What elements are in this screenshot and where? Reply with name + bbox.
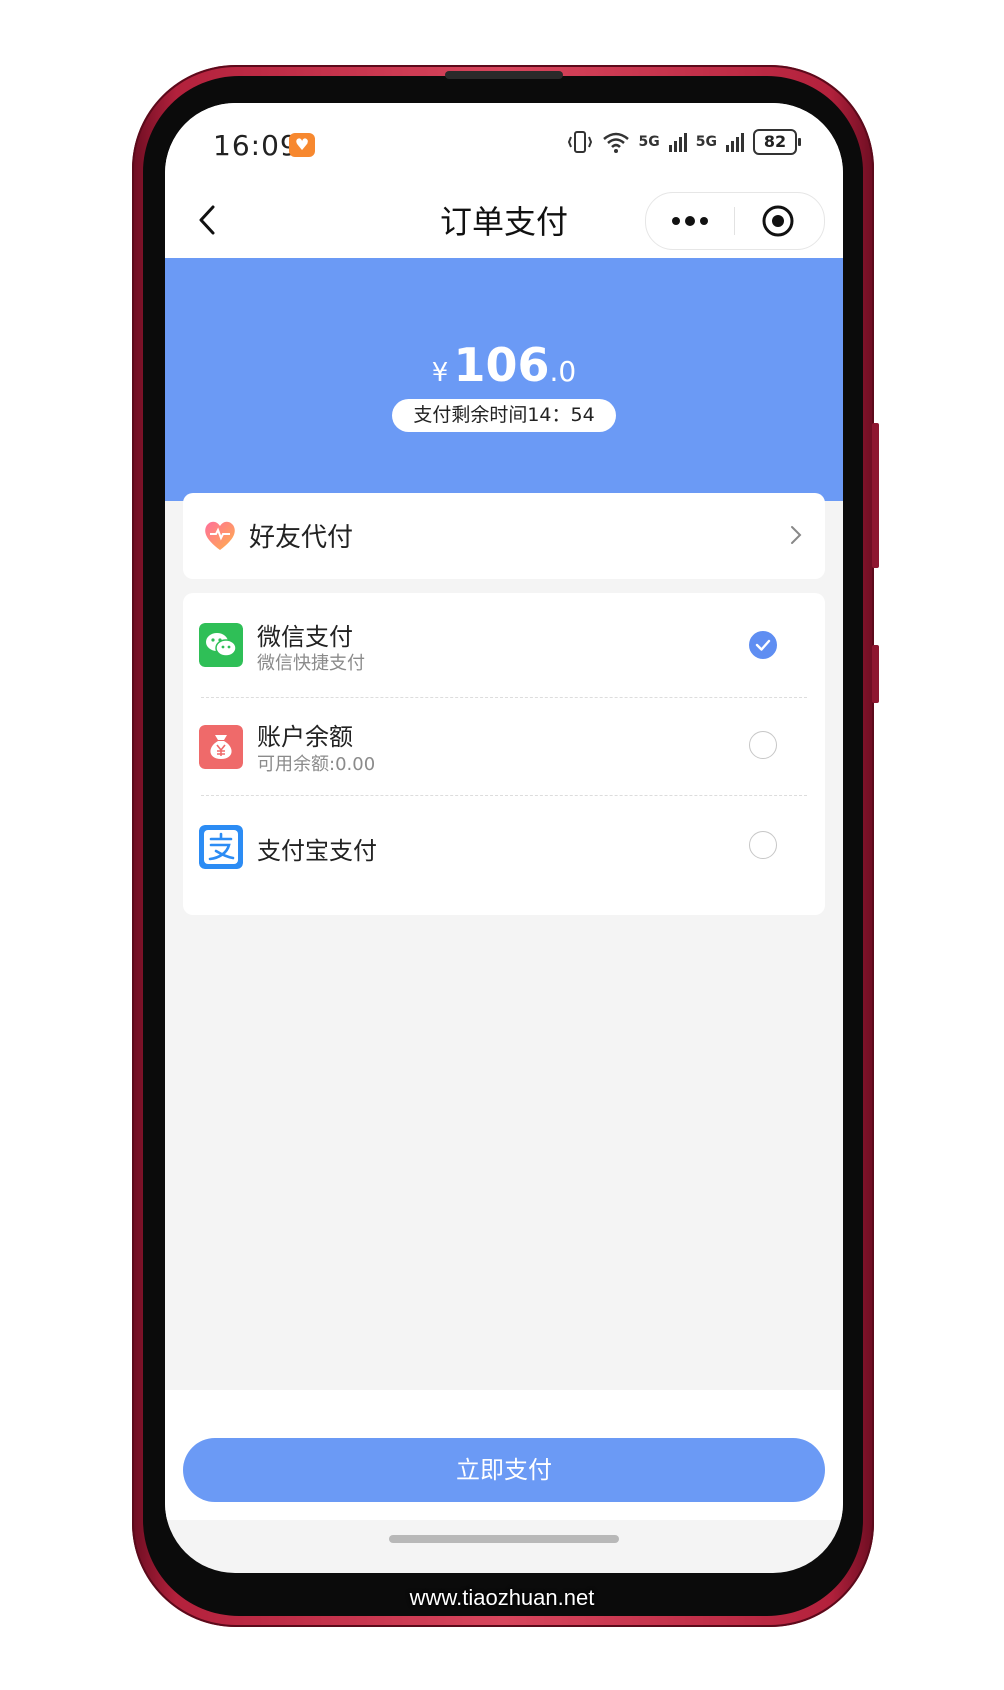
method-wechat[interactable]: 微信支付 微信快捷支付 <box>183 593 825 697</box>
volume-button <box>872 423 879 568</box>
more-button[interactable] <box>646 193 734 249</box>
payment-methods: 微信支付 微信快捷支付 账户余额 可用余额:0.00 支付宝支付 <box>183 593 825 915</box>
signal-bars-icon <box>726 133 744 152</box>
friend-pay-label: 好友代付 <box>249 523 354 553</box>
radio-selected[interactable] <box>749 631 777 659</box>
status-time: 16:09 <box>213 129 299 162</box>
alipay-icon <box>199 825 243 869</box>
status-bar: 16:09 ♥ 5G 5G 82 <box>165 103 843 183</box>
phone-screen: 16:09 ♥ 5G 5G 82 订单支付 ¥ 106.0 支付剩余时间14：5… <box>165 103 843 1573</box>
money-bag-icon <box>199 725 243 769</box>
method-balance[interactable]: 账户余额 可用余额:0.00 <box>183 697 825 801</box>
home-indicator[interactable] <box>389 1535 619 1543</box>
notification-heart-icon: ♥ <box>289 133 315 157</box>
method-title: 支付宝支付 <box>257 837 377 865</box>
check-icon <box>755 639 770 651</box>
status-icons: 5G 5G 82 <box>567 129 801 155</box>
mini-program-capsule <box>645 192 825 250</box>
nav-bar: 订单支付 <box>165 183 843 258</box>
method-title: 账户余额 <box>257 723 353 751</box>
wifi-icon <box>602 132 629 153</box>
payment-countdown: 支付剩余时间14：54 <box>392 399 616 432</box>
signal-label-1: 5G <box>638 134 660 150</box>
target-circle-icon <box>762 205 794 237</box>
amount-integer: 106 <box>453 338 550 392</box>
radio-unselected[interactable] <box>749 831 777 859</box>
phone-speaker <box>445 71 563 79</box>
signal-bars-icon <box>668 133 687 152</box>
chevron-right-icon <box>791 526 802 544</box>
method-alipay[interactable]: 支付宝支付 <box>183 795 825 899</box>
amount-header: ¥ 106.0 支付剩余时间14：54 <box>165 258 843 501</box>
signal-label-2: 5G <box>695 134 717 150</box>
vibrate-icon <box>567 131 592 153</box>
friend-pay-row[interactable]: 好友代付 <box>183 493 825 579</box>
currency-symbol: ¥ <box>431 358 449 388</box>
amount-decimal: .0 <box>549 355 577 388</box>
power-button <box>872 645 879 703</box>
method-subtitle: 微信快捷支付 <box>257 653 365 674</box>
method-title: 微信支付 <box>257 623 353 651</box>
wechat-icon <box>199 623 243 667</box>
heart-icon <box>205 521 235 550</box>
payment-amount: ¥ 106.0 <box>165 338 843 392</box>
more-dots-icon <box>672 216 708 226</box>
watermark-text: www.tiaozhuan.net <box>409 1585 595 1610</box>
method-subtitle: 可用余额:0.00 <box>257 754 376 775</box>
pay-now-button[interactable]: 立即支付 <box>183 1438 825 1502</box>
battery-indicator: 82 <box>753 129 801 155</box>
close-button[interactable] <box>735 193 823 249</box>
radio-unselected[interactable] <box>749 731 777 759</box>
